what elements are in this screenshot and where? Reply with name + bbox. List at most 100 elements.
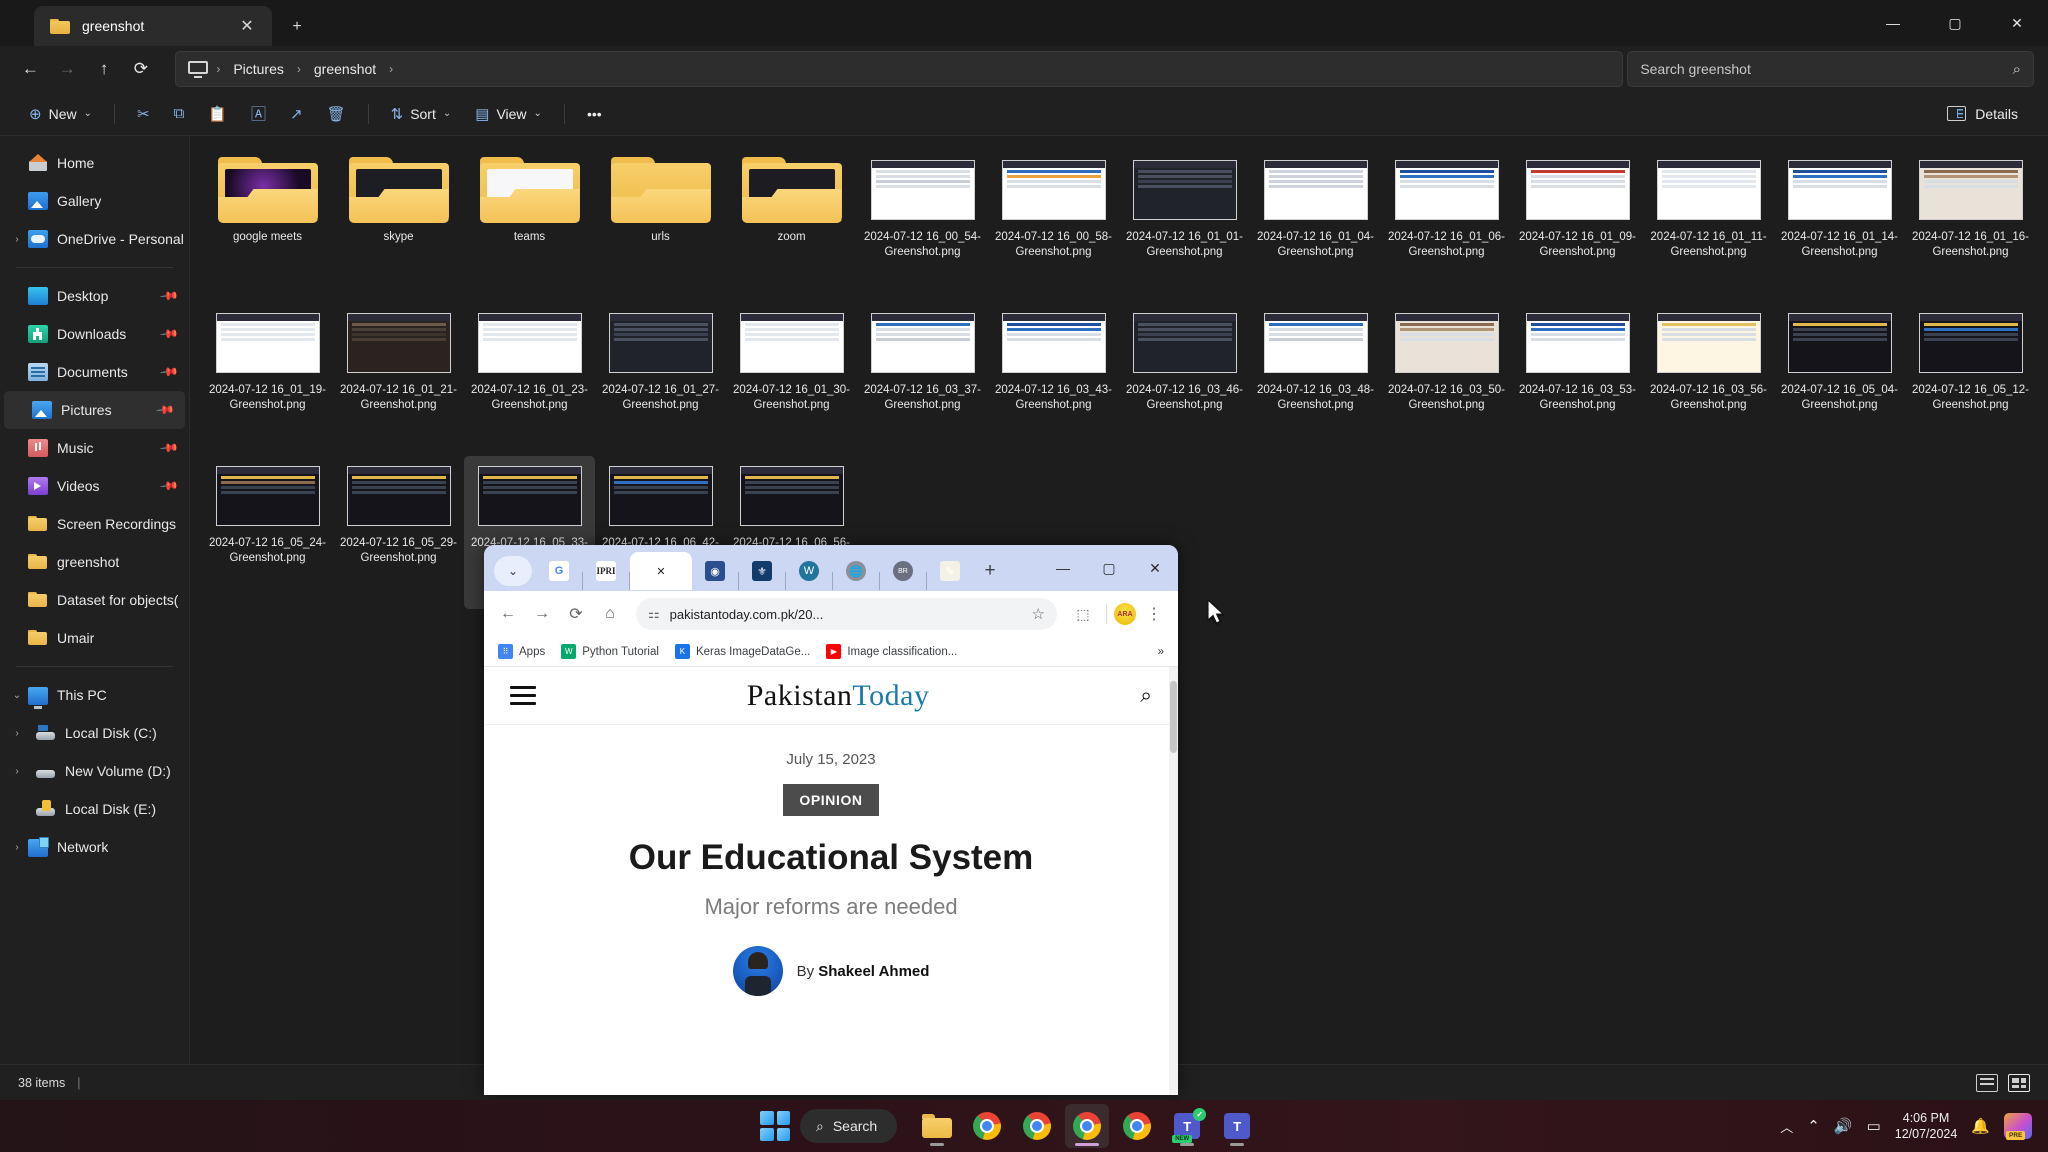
- file-item[interactable]: 2024-07-12 16_01_19-Greenshot.png: [202, 303, 333, 456]
- file-item[interactable]: 2024-07-12 16_03_53-Greenshot.png: [1512, 303, 1643, 456]
- taskbar-app-teams-classic[interactable]: T: [1215, 1104, 1259, 1148]
- puzzle-icon[interactable]: ⬚: [1067, 598, 1099, 630]
- taskbar-app-chrome-1[interactable]: [965, 1104, 1009, 1148]
- breadcrumb-item-greenshot[interactable]: greenshot: [305, 58, 385, 80]
- pin-icon[interactable]: 📌: [159, 286, 179, 306]
- up-button[interactable]: ↑: [88, 51, 121, 87]
- chrome-home-button[interactable]: ⌂: [594, 598, 626, 630]
- sidebar-item-local-disk-e[interactable]: Local Disk (E:): [0, 790, 189, 828]
- file-item[interactable]: 2024-07-12 16_01_14-Greenshot.png: [1774, 150, 1905, 303]
- chrome-tab-google[interactable]: G: [536, 552, 582, 590]
- sidebar-item-music[interactable]: Music 📌: [0, 429, 189, 467]
- taskbar-app-chrome-3[interactable]: [1065, 1104, 1110, 1148]
- article-category-badge[interactable]: OPINION: [783, 784, 879, 816]
- file-item[interactable]: 2024-07-12 16_03_37-Greenshot.png: [857, 303, 988, 456]
- pin-icon[interactable]: 📌: [159, 438, 179, 458]
- battery-icon[interactable]: ▭: [1867, 1117, 1881, 1135]
- speaker-icon[interactable]: 🔊: [1834, 1117, 1853, 1135]
- taskbar-app-teams-new[interactable]: T NEW ✓: [1165, 1104, 1209, 1148]
- bookmark-star-icon[interactable]: ☆: [1032, 605, 1045, 623]
- chrome-tab-close[interactable]: ✕: [630, 552, 692, 590]
- maximize-button[interactable]: ▢: [1924, 0, 1986, 46]
- file-item[interactable]: 2024-07-12 16_01_11-Greenshot.png: [1643, 150, 1774, 303]
- sidebar-item-new-volume-d[interactable]: › New Volume (D:): [0, 752, 189, 790]
- minimize-button[interactable]: —: [1862, 0, 1924, 46]
- site-search-icon[interactable]: ⌕: [1140, 684, 1152, 708]
- sidebar-item-documents[interactable]: Documents 📌: [0, 353, 189, 391]
- details-pane-button[interactable]: Details: [1935, 97, 2030, 131]
- file-item[interactable]: 2024-07-12 16_01_21-Greenshot.png: [333, 303, 464, 456]
- folder-item[interactable]: skype: [333, 150, 464, 303]
- pin-icon[interactable]: 📌: [155, 400, 175, 420]
- forward-button[interactable]: →: [51, 51, 84, 87]
- clock[interactable]: 4:06 PM 12/07/2024: [1895, 1110, 1958, 1142]
- chrome-address-bar[interactable]: ⚏ pakistantoday.com.pk/20... ☆: [636, 598, 1057, 630]
- chrome-new-tab-button[interactable]: +: [973, 554, 1007, 588]
- new-tab-button[interactable]: +: [282, 12, 312, 42]
- folder-item[interactable]: urls: [595, 150, 726, 303]
- author-name[interactable]: Shakeel Ahmed: [818, 963, 929, 980]
- file-item[interactable]: 2024-07-12 16_03_48-Greenshot.png: [1250, 303, 1381, 456]
- file-item[interactable]: 2024-07-12 16_05_12-Greenshot.png: [1905, 303, 2036, 456]
- file-item[interactable]: 2024-07-12 16_01_16-Greenshot.png: [1905, 150, 2036, 303]
- new-button[interactable]: ⊕ New ⌄: [18, 97, 103, 131]
- taskbar-app-chrome-4[interactable]: [1115, 1104, 1159, 1148]
- sidebar-item-network[interactable]: › Network: [0, 828, 189, 866]
- chrome-back-button[interactable]: ←: [492, 598, 524, 630]
- folder-item[interactable]: teams: [464, 150, 595, 303]
- wifi-icon[interactable]: ⌃: [1807, 1117, 1820, 1135]
- file-item[interactable]: 2024-07-12 16_01_06-Greenshot.png: [1381, 150, 1512, 303]
- close-button[interactable]: ✕: [1986, 0, 2048, 46]
- taskbar-search-box[interactable]: ⌕ Search: [800, 1109, 898, 1143]
- expander-icon[interactable]: ›: [6, 728, 28, 739]
- view-button[interactable]: ▤ View ⌄: [464, 97, 553, 131]
- chrome-tab-wordpress[interactable]: W: [786, 552, 832, 590]
- start-icon[interactable]: [760, 1111, 790, 1141]
- file-item[interactable]: 2024-07-12 16_00_58-Greenshot.png: [988, 150, 1119, 303]
- sidebar-item-home[interactable]: Home: [0, 144, 189, 182]
- chrome-tab-emblem[interactable]: ◉: [692, 552, 738, 590]
- file-item[interactable]: 2024-07-12 16_01_30-Greenshot.png: [726, 303, 857, 456]
- tab-close-button[interactable]: ✕: [232, 11, 262, 41]
- sidebar-item-greenshot[interactable]: greenshot: [0, 543, 189, 581]
- list-view-icon[interactable]: [1976, 1073, 1998, 1092]
- chrome-tab-globe[interactable]: 🌐: [833, 552, 879, 590]
- hamburger-icon[interactable]: [510, 681, 536, 710]
- expander-icon[interactable]: ›: [6, 842, 28, 853]
- file-item[interactable]: 2024-07-12 16_05_24-Greenshot.png: [202, 456, 333, 609]
- file-item[interactable]: 2024-07-12 16_01_27-Greenshot.png: [595, 303, 726, 456]
- tiles-view-icon[interactable]: [2008, 1073, 2030, 1092]
- sidebar-item-desktop[interactable]: Desktop 📌: [0, 277, 189, 315]
- rename-button[interactable]: 🄰: [240, 97, 277, 131]
- pin-icon[interactable]: 📌: [159, 362, 179, 382]
- refresh-button[interactable]: ⟳: [124, 51, 157, 87]
- chrome-reload-button[interactable]: ⟳: [560, 598, 592, 630]
- chrome-minimize-button[interactable]: —: [1040, 545, 1086, 591]
- tune-icon[interactable]: ⚏: [648, 606, 660, 622]
- sidebar-item-gallery[interactable]: Gallery: [0, 182, 189, 220]
- page-scrollbar[interactable]: [1169, 667, 1178, 1095]
- folder-item[interactable]: zoom: [726, 150, 857, 303]
- cut-button[interactable]: ✂: [126, 97, 161, 131]
- sidebar-item-local-disk-c[interactable]: › Local Disk (C:): [0, 714, 189, 752]
- file-item[interactable]: 2024-07-12 16_00_54-Greenshot.png: [857, 150, 988, 303]
- sidebar-item-onedrive-personal[interactable]: › OneDrive - Personal: [0, 220, 189, 258]
- chrome-tab-sketch[interactable]: ✎: [927, 552, 973, 590]
- pin-icon[interactable]: 📌: [159, 476, 179, 496]
- chrome-tab-university[interactable]: ⚜: [739, 552, 785, 590]
- avatar[interactable]: ARA: [1114, 603, 1136, 625]
- sidebar-item-videos[interactable]: Videos 📌: [0, 467, 189, 505]
- folder-item[interactable]: google meets: [202, 150, 333, 303]
- sidebar-item-dataset-for-objects[interactable]: Dataset for objects(: [0, 581, 189, 619]
- bookmark-image-classification[interactable]: ▶ Image classification...: [826, 644, 957, 659]
- web-page-viewport[interactable]: PakistanToday ⌕ July 15, 2023 OPINION Ou…: [484, 667, 1178, 1095]
- file-item[interactable]: 2024-07-12 16_01_23-Greenshot.png: [464, 303, 595, 456]
- file-item[interactable]: 2024-07-12 16_01_01-Greenshot.png: [1119, 150, 1250, 303]
- sort-button[interactable]: ⇅ Sort ⌄: [380, 97, 463, 131]
- sidebar-item-pictures[interactable]: Pictures 📌: [4, 391, 185, 429]
- sidebar-item-this-pc[interactable]: ⌄ This PC: [0, 676, 189, 714]
- bookmarks-overflow-button[interactable]: »: [1158, 646, 1164, 658]
- file-item[interactable]: 2024-07-12 16_05_29-Greenshot.png: [333, 456, 464, 609]
- sidebar-item-downloads[interactable]: Downloads 📌: [0, 315, 189, 353]
- file-item[interactable]: 2024-07-12 16_03_50-Greenshot.png: [1381, 303, 1512, 456]
